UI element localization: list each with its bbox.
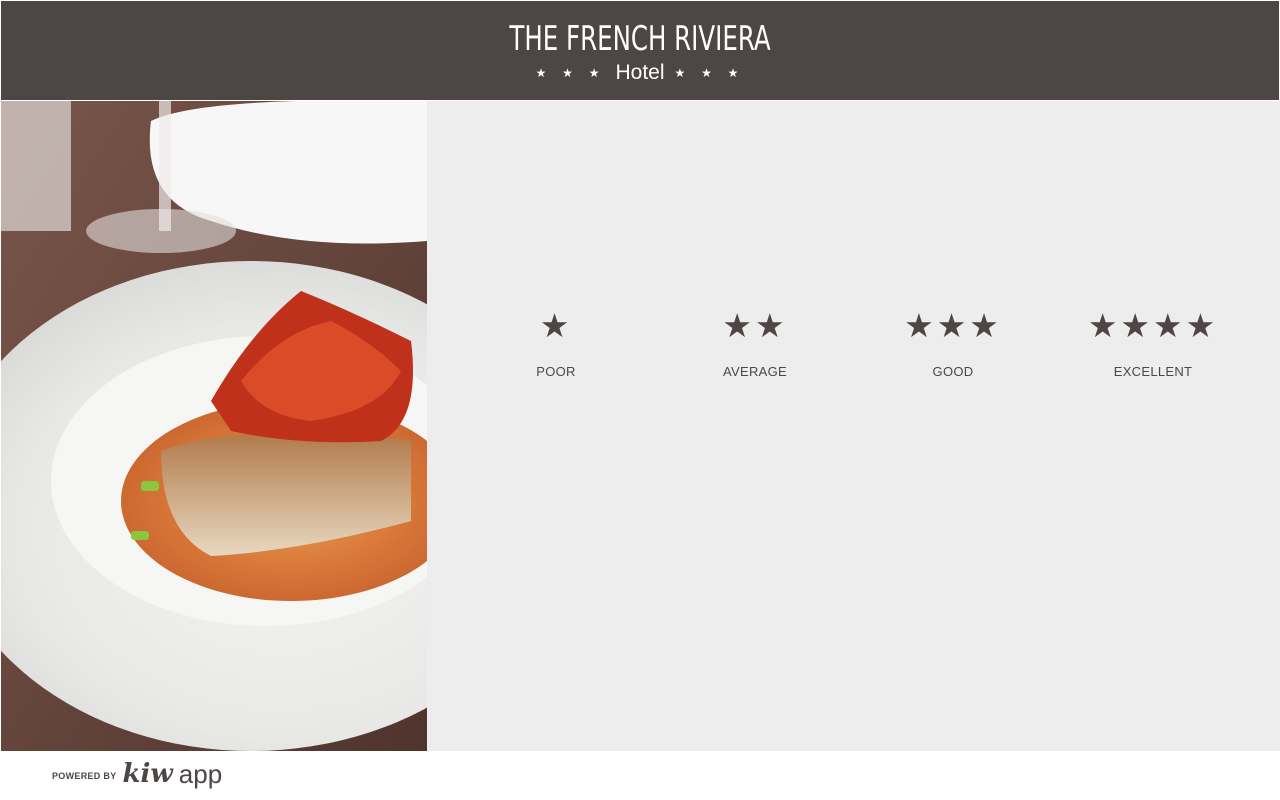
star-icon: ★★ xyxy=(722,306,788,345)
star-icon: ★★★★ xyxy=(1087,306,1219,345)
hotel-label: Hotel xyxy=(615,61,665,84)
hotel-name: THE FRENCH RIVIERA xyxy=(509,19,771,59)
kiw-logo-text: kiw xyxy=(122,759,173,789)
header-bar: THE FRENCH RIVIERA ★ ★ ★ Hotel ★ ★ ★ xyxy=(1,1,1279,100)
rating-option-excellent[interactable]: ★★★★ EXCELLENT xyxy=(1053,306,1253,379)
feedback-screen: THE FRENCH RIVIERA ★ ★ ★ Hotel ★ ★ ★ ★ P… xyxy=(0,0,1280,800)
food-photo xyxy=(1,101,427,751)
app-logo-text: app xyxy=(178,759,223,789)
powered-by-logo: POWERED BY kiw app xyxy=(52,761,222,787)
star-icon: ★ xyxy=(539,306,573,345)
rating-label: AVERAGE xyxy=(723,364,787,379)
star-icon: ★★★ xyxy=(904,306,1002,345)
rating-label: EXCELLENT xyxy=(1113,364,1193,379)
rating-option-good[interactable]: ★★★ GOOD xyxy=(853,306,1053,379)
footer-bar: POWERED BY kiw app xyxy=(0,751,1280,800)
rating-option-average[interactable]: ★★ AVERAGE xyxy=(655,306,855,379)
rating-panel: ★ POOR ★★ AVERAGE ★★★ GOOD ★★★★ EXCELLEN… xyxy=(427,101,1280,751)
rating-label: POOR xyxy=(536,364,576,379)
food-plate-image xyxy=(1,101,427,751)
star-icon-group-right: ★ ★ ★ xyxy=(674,66,745,80)
powered-by-text: POWERED BY xyxy=(52,771,117,781)
rating-option-poor[interactable]: ★ POOR xyxy=(456,306,656,379)
star-icon-group-left: ★ ★ ★ xyxy=(535,66,606,80)
rating-label: GOOD xyxy=(932,364,974,379)
hotel-subtitle: ★ ★ ★ Hotel ★ ★ ★ xyxy=(1,62,1279,84)
